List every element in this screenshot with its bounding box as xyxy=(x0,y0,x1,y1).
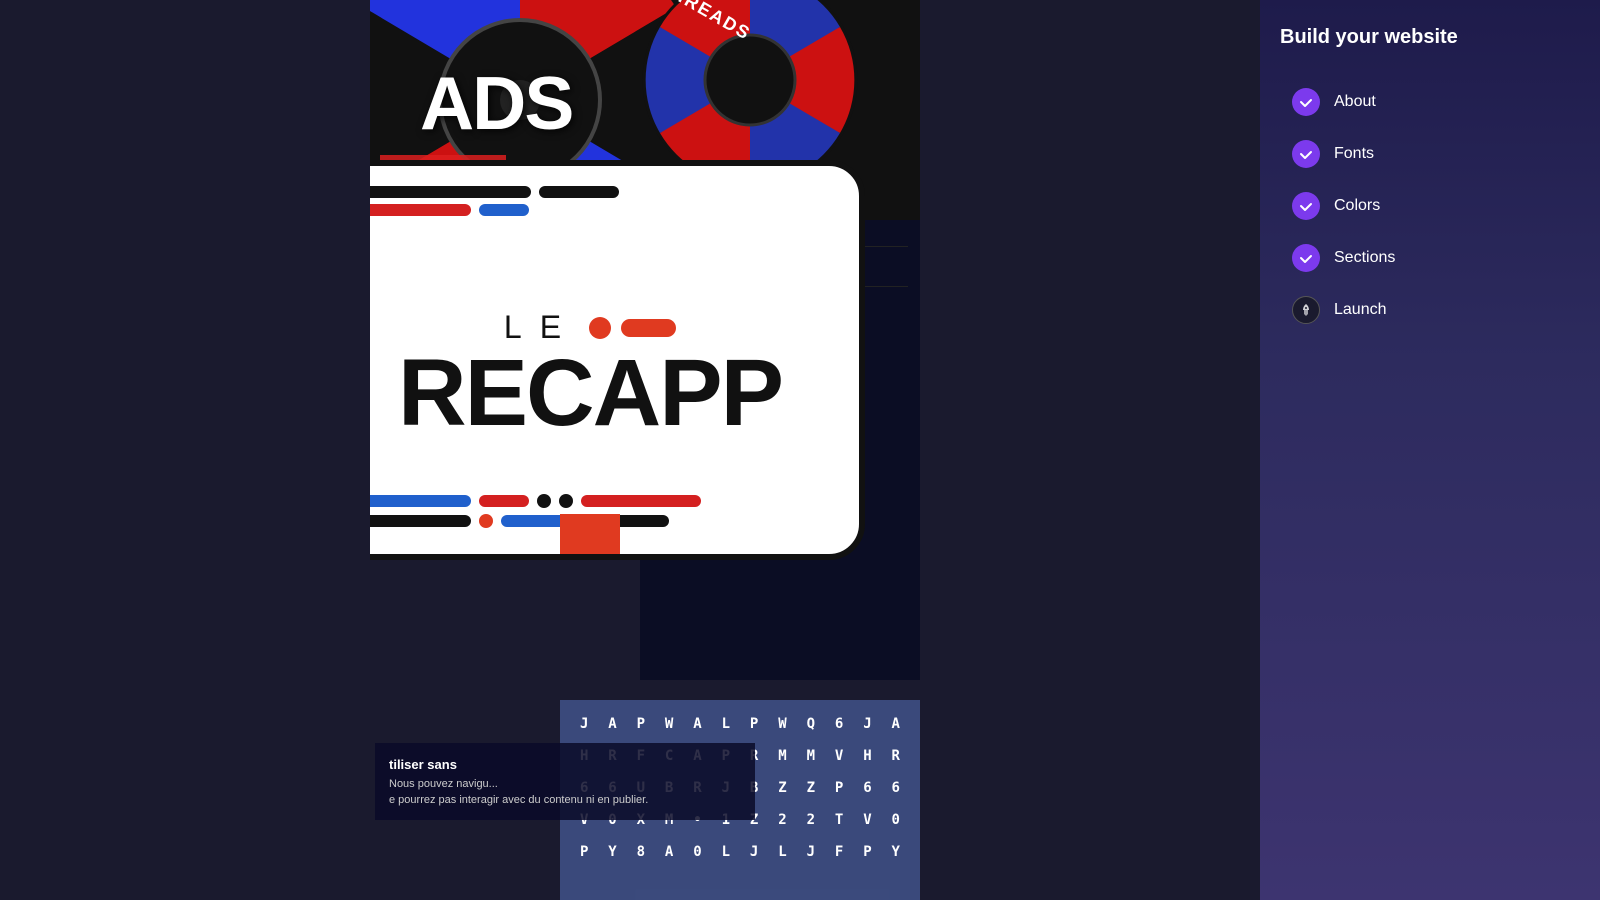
cell: J xyxy=(570,710,598,738)
bdeco-bar-2 xyxy=(479,495,529,507)
bottom-dot-red xyxy=(479,514,493,528)
recapp-center: LE RECAPP xyxy=(398,309,782,441)
sections-label: Sections xyxy=(1334,249,1395,267)
sidebar-title: Build your website xyxy=(1280,24,1580,50)
cell: 6 xyxy=(825,710,853,738)
cell: L xyxy=(712,838,740,866)
colors-dot xyxy=(1292,192,1320,220)
sidebar-nav: About Fonts Colors S xyxy=(1280,78,1580,334)
recapp-text: RECAPP xyxy=(398,346,782,441)
check-icon-sections xyxy=(1299,251,1313,265)
cell: P xyxy=(740,710,768,738)
about-dot xyxy=(1292,88,1320,116)
bottom-dot-1 xyxy=(537,494,551,508)
cell: 0 xyxy=(683,838,711,866)
check-icon-colors xyxy=(1299,199,1313,213)
check-icon-fonts xyxy=(1299,147,1313,161)
nav-item-launch[interactable]: Launch xyxy=(1280,286,1580,334)
deco-bar-4 xyxy=(479,204,529,216)
center-panel: ADS THREADS RE xyxy=(370,0,920,900)
about-label: About xyxy=(1334,93,1376,111)
orange-block xyxy=(560,514,620,554)
cell: T xyxy=(825,806,853,834)
cell: 2 xyxy=(768,806,796,834)
cell: 6 xyxy=(882,774,910,802)
cell: Z xyxy=(797,774,825,802)
bottom-dot-2 xyxy=(559,494,573,508)
ads-text: ADS xyxy=(420,60,572,146)
main-content: getyourguide.co.uk/washington-dc-l2/nati… xyxy=(0,0,1260,900)
cell: V xyxy=(853,806,881,834)
cell: M xyxy=(797,742,825,770)
cell: 6 xyxy=(853,774,881,802)
cell: J xyxy=(740,838,768,866)
nav-item-fonts[interactable]: Fonts xyxy=(1280,130,1580,178)
sections-dot xyxy=(1292,244,1320,272)
deco-bar-2 xyxy=(539,186,619,198)
cell: H xyxy=(853,742,881,770)
cell: A xyxy=(882,710,910,738)
cell: M xyxy=(768,742,796,770)
cell: P xyxy=(825,774,853,802)
cell: Y xyxy=(882,838,910,866)
warning-text: Nous pouvez navigu... xyxy=(389,778,741,790)
colors-label: Colors xyxy=(1334,197,1380,215)
warning-overlay: tiliser sans Nous pouvez navigu... e pou… xyxy=(375,743,755,820)
bottom-deco-row-1 xyxy=(370,494,829,508)
recapp-logo-wrapper: LE RECAPP xyxy=(370,160,865,560)
cell: A xyxy=(683,710,711,738)
le-pill xyxy=(621,319,676,337)
deco-bar-3 xyxy=(370,204,471,216)
nav-item-colors[interactable]: Colors xyxy=(1280,182,1580,230)
cell: P xyxy=(570,838,598,866)
recapp-top-decorations xyxy=(370,186,829,222)
cell: V xyxy=(825,742,853,770)
check-icon xyxy=(1299,95,1313,109)
deco-bar-1 xyxy=(370,186,531,198)
launch-label: Launch xyxy=(1334,301,1387,319)
launch-dot xyxy=(1292,296,1320,324)
grid-row-4: P Y 8 A 0 L J L J F P Y xyxy=(570,838,910,866)
nav-item-sections[interactable]: Sections xyxy=(1280,234,1580,282)
cell: 8 xyxy=(627,838,655,866)
cell: A xyxy=(598,710,626,738)
nav-item-about[interactable]: About xyxy=(1280,78,1580,126)
cell: J xyxy=(853,710,881,738)
recapp-box: LE RECAPP xyxy=(370,160,865,560)
cell: Q xyxy=(797,710,825,738)
cell: F xyxy=(825,838,853,866)
warning-detail: e pourrez pas interagir avec du contenu … xyxy=(389,794,741,806)
bdeco-bar-1 xyxy=(370,495,471,507)
cell: W xyxy=(768,710,796,738)
bdeco-bar-4 xyxy=(370,515,471,527)
cell: 2 xyxy=(797,806,825,834)
cell: P xyxy=(627,710,655,738)
cell: W xyxy=(655,710,683,738)
cell: A xyxy=(655,838,683,866)
fonts-dot xyxy=(1292,140,1320,168)
cell: R xyxy=(882,742,910,770)
grid-row-0: J A P W A L P W Q 6 J A xyxy=(570,710,910,738)
warning-title: tiliser sans xyxy=(389,757,741,772)
cell: Y xyxy=(598,838,626,866)
rocket-icon xyxy=(1299,303,1313,317)
deco-row-2 xyxy=(370,204,829,216)
cell: Z xyxy=(768,774,796,802)
fonts-label: Fonts xyxy=(1334,145,1374,163)
cell: 0 xyxy=(882,806,910,834)
deco-row-1 xyxy=(370,186,829,198)
cell: L xyxy=(712,710,740,738)
cell: L xyxy=(768,838,796,866)
cell: P xyxy=(853,838,881,866)
cell: J xyxy=(797,838,825,866)
bdeco-bar-3 xyxy=(581,495,701,507)
sidebar: Build your website About Fonts xyxy=(1260,0,1600,900)
le-circle xyxy=(589,317,611,339)
